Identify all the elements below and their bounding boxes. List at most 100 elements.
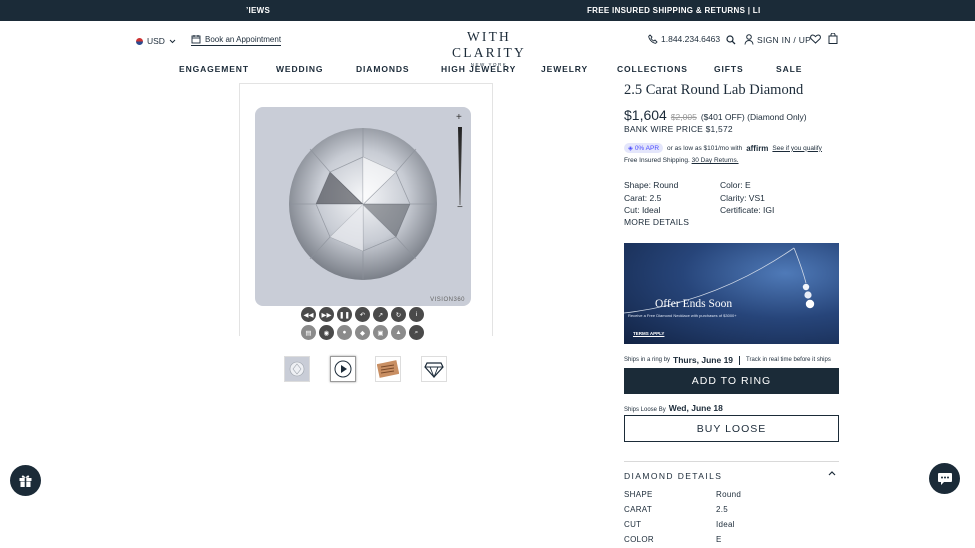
nav-sale[interactable]: SALE <box>776 64 802 74</box>
spec-clarity: Clarity: VS1 <box>720 192 765 203</box>
phone-link[interactable]: 1.844.234.6463 <box>648 34 720 44</box>
shopping-bag-icon[interactable] <box>828 33 838 44</box>
certificate-thumbnail[interactable] <box>375 356 401 382</box>
zoom-out-icon[interactable]: − <box>457 202 463 213</box>
bank-wire-price: BANK WIRE PRICE $1,572 <box>624 124 733 134</box>
detail-value: 2.5 <box>716 505 729 514</box>
nav-collections[interactable]: COLLECTIONS <box>617 64 688 74</box>
book-appointment-link[interactable]: Book an Appointment <box>191 34 282 46</box>
spec-certificate: Certificate: IGI <box>720 205 775 215</box>
search-icon[interactable] <box>726 35 736 45</box>
logo-main: WITH CLARITY <box>452 29 526 60</box>
detail-key: CUT <box>624 520 642 529</box>
spec-carat: Carat: 2.5 <box>624 192 662 203</box>
shipping-text: Free Insured Shipping. <box>624 157 690 164</box>
user-icon <box>744 34 754 45</box>
separator <box>739 355 741 365</box>
nav-jewelry[interactable]: JEWELRY <box>541 64 588 74</box>
detail-value: Round <box>716 490 742 499</box>
rotate-left-icon[interactable]: ↶ <box>355 307 370 322</box>
zoom-icon[interactable]: ⌕ <box>409 325 424 340</box>
info-icon[interactable]: i <box>409 307 424 322</box>
nav-high-jewelry[interactable]: HIGH JEWELRY <box>441 64 516 74</box>
phone-number: 1.844.234.6463 <box>661 34 721 44</box>
apr-badge: ◈ 0% APR <box>624 143 664 153</box>
ships-loose: Ships Loose By Wed, June 18 <box>624 403 723 413</box>
shipping-info: Free Insured Shipping. 30 Day Returns. <box>624 157 739 164</box>
spec-shape: Shape: Round <box>624 180 679 190</box>
affirm-text: or as low as $101/mo with <box>667 144 743 152</box>
chevron-up-icon[interactable] <box>828 470 836 476</box>
pause-icon[interactable]: ❚❚ <box>337 307 352 322</box>
diamond-image <box>289 128 437 280</box>
phone-icon <box>648 34 658 44</box>
zoom-in-icon[interactable]: + <box>456 112 462 123</box>
ship-ring-prefix: Ships in a ring by <box>624 357 671 363</box>
view-4-icon[interactable]: ◆ <box>355 325 370 340</box>
affirm-financing: ◈ 0% APR or as low as $101/mo with affir… <box>624 143 822 153</box>
price-block: $1,604 $2,005 ($401 OFF) (Diamond Only) <box>624 107 807 123</box>
view-5-icon[interactable]: ▣ <box>373 325 388 340</box>
track-text: Track in real time before it ships <box>746 357 831 363</box>
diamond-thumbnail[interactable] <box>284 356 310 382</box>
video-thumbnail[interactable] <box>330 356 356 382</box>
affirm-logo: affirm <box>746 143 769 153</box>
gift-icon <box>19 475 32 487</box>
spec-color: Color: E <box>720 180 751 190</box>
banner-subtext: Receive a Free Diamond Necklace with pur… <box>628 313 737 318</box>
diamond-shape-icon <box>424 362 444 378</box>
view-3-icon[interactable]: ● <box>337 325 352 340</box>
viewer-controls-primary: ◀◀ ▶▶ ❚❚ ↶ ↗ ↻ i <box>301 307 424 322</box>
nav-diamonds[interactable]: DIAMONDS <box>356 64 409 74</box>
nav-gifts[interactable]: GIFTS <box>714 64 744 74</box>
returns-link[interactable]: 30 Day Returns. <box>692 157 739 164</box>
ships-in-ring: Ships in a ring by Thurs, June 19 Track … <box>624 355 831 365</box>
banner-headline: Offer Ends Soon <box>655 298 733 310</box>
gift-button[interactable] <box>10 465 41 496</box>
diamond-details-heading[interactable]: DIAMOND DETAILS <box>624 471 722 481</box>
rewind-icon[interactable]: ◀◀ <box>301 307 316 322</box>
sign-in-link[interactable]: SIGN IN / UP <box>744 34 811 45</box>
eye-icon[interactable]: ◉ <box>319 325 334 340</box>
sign-in-label: SIGN IN / UP <box>757 34 812 45</box>
wishlist-heart-icon[interactable] <box>810 34 821 44</box>
ship-loose-date: Wed, June 18 <box>668 403 723 413</box>
view-1-icon[interactable]: ▤ <box>301 325 316 340</box>
detail-value: Ideal <box>716 520 735 529</box>
view-6-icon[interactable]: ▲ <box>391 325 406 340</box>
banner-terms-link[interactable]: TERMS APPLY <box>633 331 664 336</box>
us-flag-icon <box>136 37 143 45</box>
announcement-bar: ’IEWS FREE INSURED SHIPPING & RETURNS | … <box>0 0 975 21</box>
promo-banner[interactable]: Offer Ends Soon Receive a Free Diamond N… <box>624 243 839 344</box>
book-appointment-label: Book an Appointment <box>205 34 282 44</box>
product-title: 2.5 Carat Round Lab Diamond <box>624 82 804 98</box>
spec-cut: Cut: Ideal <box>624 205 661 215</box>
nav-wedding[interactable]: WEDDING <box>276 64 323 74</box>
nav-engagement[interactable]: ENGAGEMENT <box>179 64 249 74</box>
spec-grid: Shape: Round Color: E Carat: 2.5 Clarity… <box>624 180 824 215</box>
original-price: $2,005 <box>670 112 697 122</box>
detail-key: SHAPE <box>624 490 653 499</box>
rotate-right-icon[interactable]: ↗ <box>373 307 388 322</box>
currency-label: USD <box>147 36 165 46</box>
announcement-center-text[interactable]: FREE INSURED SHIPPING & RETURNS | LI <box>587 6 761 15</box>
site-logo[interactable]: WITH CLARITY NEW YORK <box>440 29 538 67</box>
necklace-image <box>624 247 815 314</box>
vision360-watermark: VISION360 <box>430 297 465 303</box>
buy-loose-button[interactable]: BUY LOOSE <box>624 415 839 442</box>
diamond-360-stage[interactable]: VISION360 <box>255 107 471 306</box>
add-to-ring-button[interactable]: ADD TO RING <box>624 368 839 394</box>
shape-thumbnail[interactable] <box>421 356 447 382</box>
chevron-down-icon <box>169 39 176 43</box>
affirm-qualify-link[interactable]: See if you qualify <box>772 145 822 152</box>
fast-forward-icon[interactable]: ▶▶ <box>319 307 334 322</box>
reset-icon[interactable]: ↻ <box>391 307 406 322</box>
chat-icon <box>937 472 952 485</box>
certificate-thumb-icon <box>377 360 399 378</box>
chat-button[interactable] <box>929 463 960 494</box>
currency-selector[interactable]: USD <box>136 36 176 46</box>
more-details-link[interactable]: MORE DETAILS <box>624 217 689 227</box>
announcement-left-text[interactable]: ’IEWS <box>246 6 270 15</box>
divider <box>624 461 839 462</box>
current-price: $1,604 <box>624 107 667 123</box>
